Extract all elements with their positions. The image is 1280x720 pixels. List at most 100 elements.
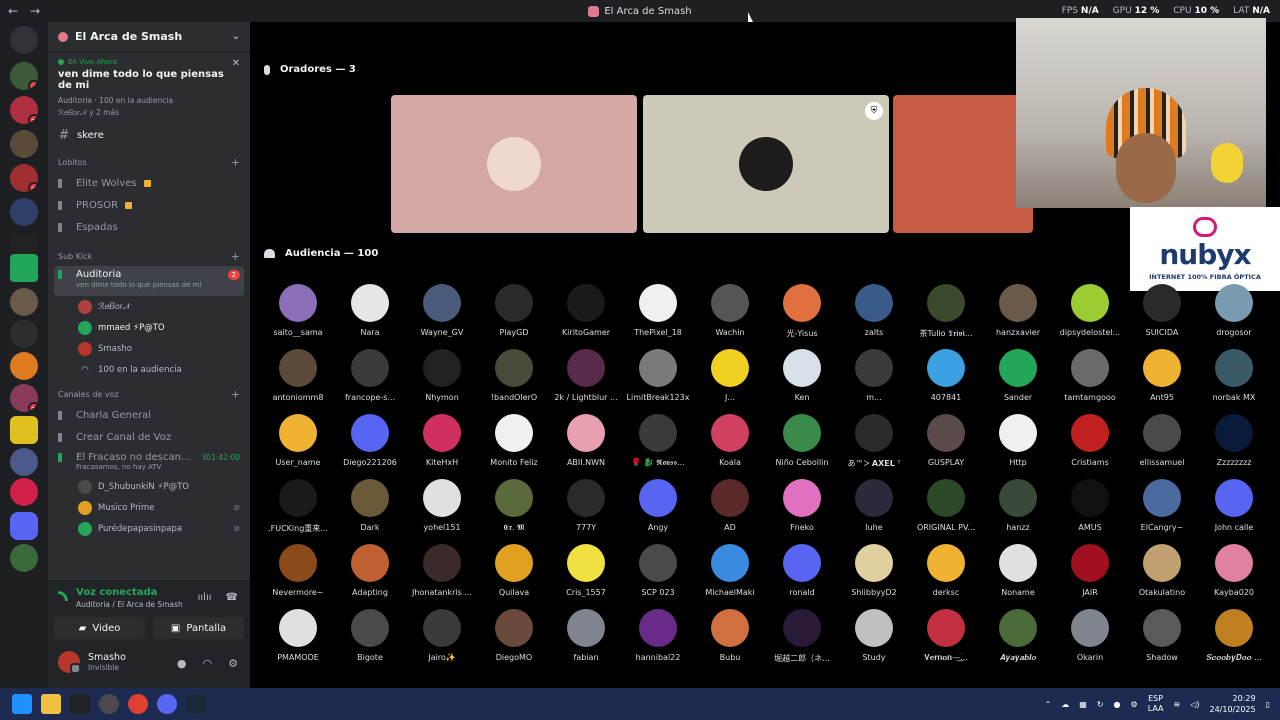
audience-member[interactable]: ThePixel_18: [622, 284, 694, 340]
disconnect-icon[interactable]: ☎: [226, 592, 238, 603]
voice-user[interactable]: ℛ𝑒𝐵𝑜𝑟𝒩: [48, 296, 250, 317]
audience-member[interactable]: saito__sama: [262, 284, 334, 340]
microphone-icon[interactable]: ●: [1114, 700, 1121, 709]
audience-member[interactable]: luhe: [838, 479, 910, 535]
wifi-icon[interactable]: ≋: [1174, 700, 1181, 709]
audience-member[interactable]: 茶Tulio 𝕿𝖗𝖎𝖛𝖎...: [910, 284, 982, 340]
audience-member[interactable]: Nevermore~: [262, 544, 334, 600]
chrome-icon[interactable]: [128, 694, 148, 714]
tray-icon[interactable]: ⚙: [1131, 700, 1138, 709]
settings-icon[interactable]: [99, 694, 119, 714]
server-icon[interactable]: [10, 416, 38, 444]
category-lobitos[interactable]: Lobitos +: [48, 152, 250, 172]
audience-member[interactable]: Study: [838, 609, 910, 665]
audience-member[interactable]: DiegoMO: [478, 609, 550, 665]
server-icon[interactable]: [10, 478, 38, 506]
soundboard-icon[interactable]: ıılıı: [198, 592, 212, 603]
audience-member[interactable]: Niño Cebollin: [766, 414, 838, 470]
audience-member[interactable]: 光-Yisus: [766, 284, 838, 340]
audience-member[interactable]: Bigote: [334, 609, 406, 665]
audience-member[interactable]: Zzzzzzzz: [1198, 414, 1270, 470]
voice-user[interactable]: Musico Prime ⊘: [48, 497, 250, 518]
screen-share-button[interactable]: ▣ Pantalla: [153, 617, 244, 639]
audience-member[interactable]: Adapting: [334, 544, 406, 600]
plus-icon[interactable]: +: [231, 156, 240, 169]
audience-member[interactable]: 𝐕𝐞𝐫𝐧𝐨𝐧—͟͞...: [910, 609, 982, 665]
speaker-tile[interactable]: [391, 95, 637, 233]
discord-icon[interactable]: [157, 694, 177, 714]
video-button[interactable]: ▰ Video: [54, 617, 145, 639]
audience-member[interactable]: AD: [694, 479, 766, 535]
tray-icon[interactable]: ▦: [1079, 700, 1087, 709]
audience-member[interactable]: Quilava: [478, 544, 550, 600]
audience-member[interactable]: KiritoGamer: [550, 284, 622, 340]
audience-member[interactable]: drogosor: [1198, 284, 1270, 340]
windows-start-icon[interactable]: [12, 694, 32, 714]
tray-icon[interactable]: ☁: [1061, 700, 1069, 709]
audience-member[interactable]: MichaelMaki: [694, 544, 766, 600]
audience-member[interactable]: Nara: [334, 284, 406, 340]
audience-member[interactable]: Angy: [622, 479, 694, 535]
audience-member[interactable]: PlayGD: [478, 284, 550, 340]
server-icon[interactable]: [10, 544, 38, 572]
voice-user[interactable]: Smasho: [48, 338, 250, 359]
audience-member[interactable]: fabian: [550, 609, 622, 665]
audience-member[interactable]: zalts: [838, 284, 910, 340]
server-icon[interactable]: 2: [10, 164, 38, 192]
plus-icon[interactable]: +: [231, 250, 240, 263]
server-icon[interactable]: [10, 448, 38, 476]
app-icon[interactable]: [70, 694, 90, 714]
audience-member[interactable]: dipsydelostel...: [1054, 284, 1126, 340]
audience-member[interactable]: ORIGINAL PV...: [910, 479, 982, 535]
audience-member[interactable]: KiteHxH: [406, 414, 478, 470]
audience-member[interactable]: Noname: [982, 544, 1054, 600]
category-subkick[interactable]: Sub Kick +: [48, 246, 250, 266]
channel-crear-canal[interactable]: Crear Canal de Voz: [48, 426, 250, 448]
audience-member[interactable]: John calle: [1198, 479, 1270, 535]
steam-icon[interactable]: [186, 694, 206, 714]
speaker-tile[interactable]: [893, 95, 1033, 233]
audience-member[interactable]: Ken: [766, 349, 838, 405]
audience-member[interactable]: .FUCKing重来...: [262, 479, 334, 535]
audience-member[interactable]: antoniomm8: [262, 349, 334, 405]
chevron-down-icon[interactable]: ⌄: [232, 31, 240, 42]
server-icon[interactable]: 2: [10, 384, 38, 412]
channel-charla-general[interactable]: Charla General: [48, 404, 250, 426]
audience-member[interactable]: Nhymon: [406, 349, 478, 405]
server-icon[interactable]: [10, 320, 38, 348]
audience-member[interactable]: 🌹 🐉 𝕽𝖔𝖚𝖘𝖘...: [622, 414, 694, 470]
audience-member[interactable]: PMAMODE: [262, 609, 334, 665]
server-icon[interactable]: [10, 352, 38, 380]
audience-member[interactable]: Okarin: [1054, 609, 1126, 665]
audience-member[interactable]: Cris_1557: [550, 544, 622, 600]
audience-member[interactable]: SUICIDA: [1126, 284, 1198, 340]
audience-member[interactable]: ellissamuel: [1126, 414, 1198, 470]
server-icon[interactable]: 4: [10, 62, 38, 90]
audience-member[interactable]: Shadow: [1126, 609, 1198, 665]
server-icon[interactable]: 2: [10, 96, 38, 124]
audience-member[interactable]: yohel151: [406, 479, 478, 535]
server-icon[interactable]: [10, 198, 38, 226]
audience-member[interactable]: hanzxavier: [982, 284, 1054, 340]
audience-member[interactable]: Bubu: [694, 609, 766, 665]
audience-member[interactable]: Wayne_GV: [406, 284, 478, 340]
clock[interactable]: 20:29 24/10/2025: [1209, 693, 1255, 715]
server-header[interactable]: El Arca de Smash ⌄: [48, 22, 250, 52]
file-explorer-icon[interactable]: [41, 694, 61, 714]
forward-arrow-icon[interactable]: →: [30, 4, 40, 18]
live-stage-card[interactable]: En Vivo Ahora ven dime todo lo que piens…: [48, 52, 250, 122]
audience-member[interactable]: 407841: [910, 349, 982, 405]
audience-member[interactable]: J...: [694, 349, 766, 405]
audience-member[interactable]: Jairo✨: [406, 609, 478, 665]
chevron-up-icon[interactable]: ⌃: [1045, 700, 1052, 709]
voice-user[interactable]: D_ShubunkiN ⚡P@TO: [48, 476, 250, 497]
audience-member[interactable]: tamtamgooo: [1054, 349, 1126, 405]
microphone-icon[interactable]: ●: [177, 657, 187, 670]
audience-member[interactable]: GUSPLAY: [910, 414, 982, 470]
audience-member[interactable]: !bandOlerO: [478, 349, 550, 405]
audience-member[interactable]: Jhonatankris ...: [406, 544, 478, 600]
audience-member[interactable]: ronald: [766, 544, 838, 600]
channel-prosor[interactable]: PROSOR: [48, 194, 250, 216]
audience-member[interactable]: hanzz: [982, 479, 1054, 535]
server-icon[interactable]: [10, 130, 38, 158]
